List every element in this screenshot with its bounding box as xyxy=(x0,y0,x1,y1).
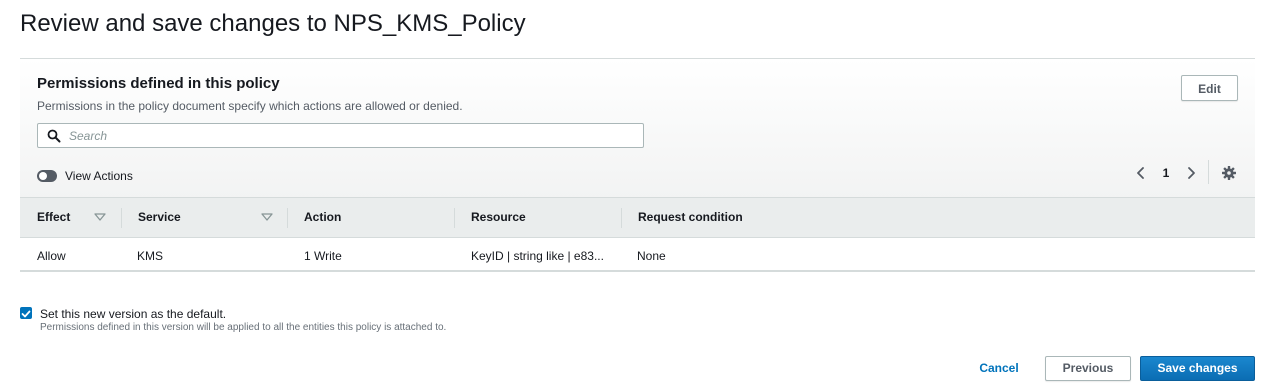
default-version-checkbox[interactable] xyxy=(20,307,32,319)
column-header-action: Action xyxy=(304,210,342,224)
column-header-resource: Resource xyxy=(471,210,526,224)
cell-action: 1 Write xyxy=(304,249,342,263)
column-divider xyxy=(287,208,288,228)
cell-service: KMS xyxy=(137,249,164,263)
column-divider xyxy=(121,208,122,228)
panel-title: Permissions defined in this policy xyxy=(37,75,280,92)
cell-effect: Allow xyxy=(37,249,66,263)
current-page-number[interactable]: 1 xyxy=(1160,165,1172,181)
toggle-knob xyxy=(39,172,47,180)
table-row: Allow KMS 1 Write KeyID | string like | … xyxy=(20,238,1255,271)
table-header: Effect Service Action Resource Request c… xyxy=(20,197,1255,238)
view-actions-label: View Actions xyxy=(65,169,133,183)
sort-down-icon[interactable] xyxy=(94,212,106,222)
chevron-left-icon[interactable] xyxy=(1134,165,1148,181)
search-icon xyxy=(47,129,61,143)
column-divider xyxy=(621,208,622,228)
checkmark-icon xyxy=(21,310,31,318)
permissions-panel: Permissions defined in this policy Permi… xyxy=(20,58,1255,272)
column-header-request-condition: Request condition xyxy=(638,210,743,224)
cell-resource: KeyID | string like | e83... xyxy=(471,249,604,263)
cancel-button[interactable]: Cancel xyxy=(966,356,1032,380)
column-header-service[interactable]: Service xyxy=(138,198,181,237)
column-divider xyxy=(454,208,455,228)
sort-down-icon[interactable] xyxy=(261,212,273,222)
default-version-hint: Permissions defined in this version will… xyxy=(40,322,447,333)
column-header-effect[interactable]: Effect xyxy=(37,198,70,237)
default-version-label: Set this new version as the default. xyxy=(40,307,227,321)
panel-divider xyxy=(20,270,1255,272)
cell-request-condition: None xyxy=(637,249,666,263)
search-box[interactable] xyxy=(37,123,644,148)
edit-button[interactable]: Edit xyxy=(1181,75,1238,101)
search-input[interactable] xyxy=(67,125,637,146)
chevron-right-icon[interactable] xyxy=(1184,165,1198,181)
save-changes-button[interactable]: Save changes xyxy=(1140,356,1255,381)
previous-button[interactable]: Previous xyxy=(1045,356,1131,381)
view-actions-toggle[interactable] xyxy=(37,170,57,182)
review-policy-page: Review and save changes to NPS_KMS_Polic… xyxy=(0,0,1270,391)
page-title: Review and save changes to NPS_KMS_Polic… xyxy=(20,10,526,37)
pager-divider xyxy=(1208,160,1209,184)
gear-icon[interactable] xyxy=(1221,165,1237,181)
panel-description: Permissions in the policy document speci… xyxy=(37,99,463,113)
